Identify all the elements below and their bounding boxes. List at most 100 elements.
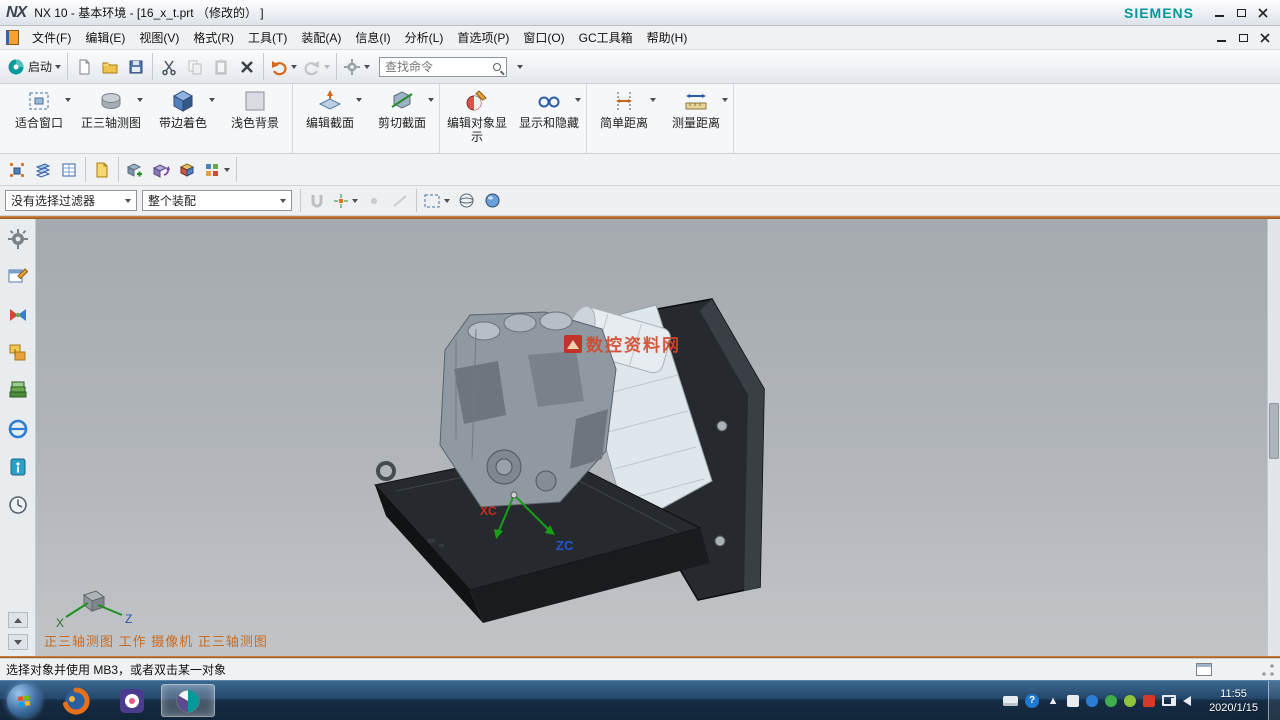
menu-help[interactable]: 帮助(H) — [640, 26, 695, 49]
tray-antivirus-icon[interactable] — [1105, 695, 1117, 707]
selection-bar: 没有选择过滤器 整个装配 — [0, 186, 1280, 216]
open-file-button[interactable] — [97, 54, 123, 80]
show-and-hide-button[interactable]: 显示和隐藏 — [513, 84, 585, 153]
simple-distance-button[interactable]: 简单距离 — [588, 84, 660, 153]
redo-button[interactable] — [300, 54, 333, 80]
close-button[interactable] — [1252, 4, 1274, 22]
viewport-scrollbar[interactable] — [1267, 219, 1280, 656]
assembly-toolbar — [0, 154, 1280, 186]
dropdown-arrow-icon — [291, 65, 297, 69]
copy-button[interactable] — [182, 54, 208, 80]
minimize-button[interactable] — [1208, 4, 1230, 22]
new-file-button[interactable] — [71, 54, 97, 80]
menu-preferences[interactable]: 首选项(P) — [450, 26, 516, 49]
information-window-icon[interactable] — [1196, 663, 1212, 676]
tray-help-icon[interactable]: ? — [1025, 694, 1039, 708]
find-component-button[interactable] — [4, 157, 30, 183]
dropdown-arrow-icon — [352, 199, 358, 203]
taskbar-firefox[interactable] — [49, 684, 103, 717]
add-component-button[interactable] — [122, 157, 148, 183]
resource-scroll-up-button[interactable] — [8, 612, 28, 628]
component-list-button[interactable] — [30, 157, 56, 183]
assembly-constraints-button[interactable] — [174, 157, 200, 183]
touch-mode-button[interactable] — [340, 54, 373, 80]
taskbar-nx[interactable] — [161, 684, 215, 717]
menu-format[interactable]: 格式(R) — [186, 26, 241, 49]
constraint-navigator-button[interactable] — [4, 301, 32, 329]
move-component-button[interactable] — [148, 157, 174, 183]
snap-point-options-button[interactable] — [330, 188, 361, 214]
open-component-button[interactable] — [89, 157, 115, 183]
shaded-sphere-button[interactable] — [479, 188, 505, 214]
selection-scope-dropdown[interactable]: 整个装配 — [142, 190, 292, 211]
quick-access-toolbar: 启动 — [0, 50, 1280, 84]
paste-button[interactable] — [208, 54, 234, 80]
menu-assemblies[interactable]: 装配(A) — [294, 26, 348, 49]
tray-volume-icon[interactable] — [1183, 696, 1191, 706]
roles-button[interactable] — [4, 225, 32, 253]
wireframe-sphere-icon — [458, 192, 475, 209]
clip-section-button[interactable]: 剪切截面 — [366, 84, 438, 153]
component-grid-button[interactable] — [56, 157, 82, 183]
search-icon[interactable] — [493, 63, 501, 71]
cut-button[interactable] — [156, 54, 182, 80]
tray-shield-icon[interactable] — [1124, 695, 1136, 707]
menu-analysis[interactable]: 分析(L) — [398, 26, 451, 49]
menu-gc-toolbox[interactable]: GC工具箱 — [572, 26, 640, 49]
endpoint-snap-toggle[interactable] — [361, 188, 387, 214]
start-menu-button[interactable]: 启动 — [4, 54, 64, 80]
light-background-button[interactable]: 浅色背景 — [219, 84, 291, 153]
menu-view[interactable]: 视图(V) — [132, 26, 186, 49]
undo-arrow-icon — [270, 58, 288, 76]
wireframe-sphere-button[interactable] — [453, 188, 479, 214]
graphics-viewport[interactable]: XC ZC X Z 数控资料网 正三轴测图 工作 摄像机 正三轴测 — [36, 219, 1280, 656]
assembly-navigator-button[interactable] — [4, 263, 32, 291]
watermark: 数控资料网 — [564, 331, 681, 356]
reuse-library-button[interactable] — [4, 377, 32, 405]
undo-button[interactable] — [267, 54, 300, 80]
menu-file[interactable]: 文件(F) — [25, 26, 78, 49]
menu-information[interactable]: 信息(I) — [348, 26, 397, 49]
shaded-with-edges-button[interactable]: 带边着色 — [147, 84, 219, 153]
maximize-button[interactable] — [1230, 4, 1252, 22]
resource-scroll-down-button[interactable] — [8, 634, 28, 650]
history-button[interactable] — [4, 491, 32, 519]
fit-window-button[interactable]: 适合窗口 — [3, 84, 75, 153]
hd3d-tools-button[interactable] — [4, 453, 32, 481]
rectangle-select-button[interactable] — [420, 188, 453, 214]
tray-alert-icon[interactable] — [1143, 695, 1155, 707]
isometric-view-button[interactable]: 正三轴测图 — [75, 84, 147, 153]
scrollbar-thumb[interactable] — [1269, 403, 1279, 460]
menu-edit[interactable]: 编辑(E) — [78, 26, 132, 49]
child-minimize-button[interactable] — [1210, 30, 1232, 46]
snap-point-toggle[interactable] — [304, 188, 330, 214]
midpoint-snap-toggle[interactable] — [387, 188, 413, 214]
add-component-icon — [126, 161, 144, 179]
edit-object-display-button[interactable]: 编辑对象显示 — [441, 84, 513, 153]
tray-hidden-icons-button[interactable]: ▲ — [1046, 694, 1060, 708]
menu-window[interactable]: 窗口(O) — [516, 26, 571, 49]
menu-tools[interactable]: 工具(T) — [241, 26, 294, 49]
child-close-button[interactable] — [1254, 30, 1276, 46]
selection-filter-dropdown[interactable]: 没有选择过滤器 — [5, 190, 137, 211]
tray-keyboard-icon[interactable] — [1003, 696, 1018, 706]
measure-distance-button[interactable]: 测量距离 — [660, 84, 732, 153]
start-button[interactable] — [0, 681, 48, 720]
internet-explorer-button[interactable] — [4, 415, 32, 443]
pattern-component-button[interactable] — [200, 157, 233, 183]
taskbar-app[interactable] — [105, 684, 159, 717]
show-desktop-button[interactable] — [1268, 681, 1280, 720]
taskbar-clock[interactable]: 11:55 2020/1/15 — [1199, 681, 1268, 720]
child-restore-button[interactable] — [1232, 30, 1254, 46]
delete-button[interactable] — [234, 54, 260, 80]
command-search-input[interactable] — [379, 57, 507, 77]
windows-orb-icon — [7, 684, 41, 718]
search-options-button[interactable] — [507, 54, 533, 80]
resize-grip[interactable] — [1262, 664, 1274, 676]
part-navigator-button[interactable] — [4, 339, 32, 367]
edit-section-button[interactable]: 编辑截面 — [294, 84, 366, 153]
tray-message-icon[interactable] — [1067, 695, 1079, 707]
media-app-icon — [118, 687, 146, 715]
save-button[interactable] — [123, 54, 149, 80]
tray-security-icon[interactable] — [1086, 695, 1098, 707]
